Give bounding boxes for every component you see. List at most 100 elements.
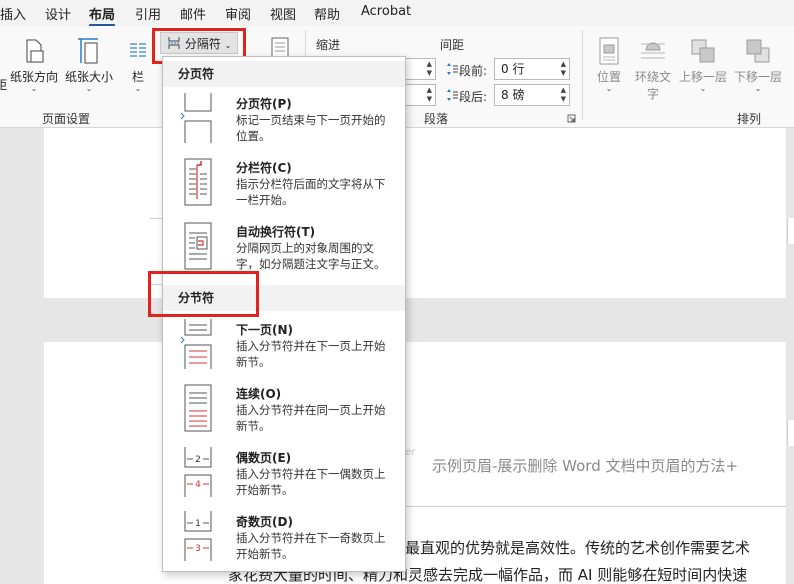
send-backward-button[interactable]: 下移一层 ⌄ bbox=[731, 36, 785, 93]
even-page-desc: 插入分节符并在下一偶数页上 开始新节。 bbox=[236, 466, 398, 498]
page-breaks-header: 分页符 bbox=[163, 61, 405, 87]
continuous-title: 连续(O) bbox=[236, 387, 282, 401]
dialog-launcher-icon[interactable] bbox=[567, 114, 576, 123]
spinner-icon[interactable]: ▲ ▼ bbox=[427, 60, 432, 78]
column-break-item[interactable]: 分栏符(C) 指示分栏符后面的文字将从下 一栏开始。 bbox=[163, 153, 405, 217]
section-breaks-header: 分节符 bbox=[163, 285, 405, 311]
header-tag: er bbox=[405, 447, 416, 458]
send-backward-icon bbox=[746, 39, 770, 63]
margins-button[interactable]: 距 bbox=[0, 76, 8, 93]
spinner-icon[interactable]: ▲ ▼ bbox=[427, 86, 432, 104]
continuous-icon bbox=[184, 384, 212, 432]
bring-forward-button[interactable]: 上移一层 ⌄ bbox=[676, 36, 730, 93]
svg-text:4: 4 bbox=[195, 480, 201, 490]
breaks-icon bbox=[168, 37, 180, 49]
svg-text:2: 2 bbox=[195, 455, 201, 465]
group-separator bbox=[582, 30, 583, 120]
chevron-down-icon: ⌄ bbox=[754, 84, 762, 93]
page-break-desc-2: 位置。 bbox=[236, 129, 271, 143]
columns-label: 栏 bbox=[131, 70, 144, 84]
text-wrapping-item[interactable]: 自动换行符(T) 分隔网页上的对象周围的文 字，如分隔题注文字与正文。 bbox=[163, 217, 405, 281]
columns-icon bbox=[130, 43, 146, 57]
space-before-value: 0 行 bbox=[501, 62, 525, 76]
breaks-button[interactable]: 分隔符 ⌄ bbox=[160, 32, 239, 54]
space-before-icon bbox=[447, 63, 458, 75]
chevron-down-icon: ⌄ bbox=[699, 84, 707, 93]
chevron-down-icon: ⌄ bbox=[30, 84, 38, 93]
tab-help[interactable]: 帮助 bbox=[314, 4, 340, 23]
bring-forward-label: 上移一层 bbox=[678, 70, 727, 84]
margins-label: 距 bbox=[0, 78, 7, 92]
orientation-button[interactable]: 纸张方向 ⌄ bbox=[8, 36, 60, 93]
breaks-label: 分隔符 bbox=[184, 37, 221, 51]
position-icon bbox=[599, 37, 619, 65]
tab-references[interactable]: 引用 bbox=[135, 4, 161, 23]
wrap-text-button[interactable]: 环绕文 字 bbox=[633, 36, 673, 102]
columns-button[interactable]: 栏 ⌄ bbox=[122, 36, 154, 93]
wrap-text-icon bbox=[641, 42, 665, 59]
page-break-desc-1: 标记一页结束与下一页开始的 bbox=[236, 113, 386, 127]
wrap-text-label-2: 字 bbox=[646, 87, 659, 101]
even-page-title: 偶数页(E) bbox=[236, 451, 292, 465]
page-break-desc: 标记一页结束与下一页开始的 位置。 bbox=[236, 112, 398, 144]
paper-size-icon bbox=[78, 38, 98, 64]
next-page-desc: 插入分节符并在下一页上开始 新节。 bbox=[236, 338, 398, 370]
continuous-item[interactable]: 连续(O) 插入分节符并在同一页上开始 新节。 bbox=[163, 379, 405, 443]
tab-review[interactable]: 审阅 bbox=[225, 4, 251, 23]
text-wrapping-title: 自动换行符(T) bbox=[236, 225, 316, 239]
page-break-item[interactable]: 分页符(P) 标记一页结束与下一页开始的 位置。 bbox=[163, 89, 405, 153]
tab-insert[interactable]: 插入 bbox=[0, 4, 26, 23]
tab-view[interactable]: 视图 bbox=[270, 4, 296, 23]
next-page-icon bbox=[181, 319, 212, 369]
odd-page-item[interactable]: 1 3 奇数页(D) 插入分节符并在下一奇数页上 开始新节。 bbox=[163, 507, 405, 571]
scroll-marker[interactable] bbox=[787, 218, 794, 244]
even-page-desc-1: 插入分节符并在下一偶数页上 bbox=[236, 467, 386, 481]
arrange-group-label: 排列 bbox=[737, 112, 762, 126]
continuous-desc: 插入分节符并在同一页上开始 新节。 bbox=[236, 402, 398, 434]
scroll-marker[interactable] bbox=[787, 420, 794, 446]
tab-design[interactable]: 设计 bbox=[45, 4, 71, 23]
column-break-icon bbox=[184, 158, 212, 206]
column-break-desc-1: 指示分栏符后面的文字将从下 bbox=[236, 177, 386, 191]
body-line-1: 最直观的优势就是高效性。传统的艺术创作需要艺术 bbox=[405, 539, 751, 557]
page-1 bbox=[44, 128, 786, 298]
space-after-input[interactable]: 8 磅 ▲ ▼ bbox=[494, 84, 570, 106]
next-page-desc-2: 新节。 bbox=[236, 355, 271, 369]
space-after-value: 8 磅 bbox=[501, 88, 525, 102]
even-page-desc-2: 开始新节。 bbox=[236, 483, 294, 497]
cursor-icon: + bbox=[725, 457, 739, 475]
next-page-item[interactable]: 下一页(N) 插入分节符并在下一页上开始 新节。 bbox=[163, 315, 405, 379]
header-text[interactable]: 示例页眉-展示删除 Word 文档中页眉的方法+ bbox=[432, 455, 738, 476]
orientation-icon bbox=[26, 39, 44, 63]
odd-page-desc-2: 开始新节。 bbox=[236, 547, 294, 561]
svg-text:1: 1 bbox=[195, 519, 201, 529]
size-button[interactable]: 纸张大小 ⌄ bbox=[63, 36, 115, 93]
space-before-input[interactable]: 0 行 ▲ ▼ bbox=[494, 58, 570, 80]
spacing-label: 间距 bbox=[440, 38, 465, 52]
page-setup-group-label: 页面设置 bbox=[42, 112, 91, 126]
odd-page-desc: 插入分节符并在下一奇数页上 开始新节。 bbox=[236, 530, 398, 562]
indent-label: 缩进 bbox=[316, 38, 341, 52]
column-break-desc-2: 一栏开始。 bbox=[236, 193, 294, 207]
send-backward-label: 下移一层 bbox=[733, 70, 782, 84]
tab-layout[interactable]: 布局 bbox=[89, 4, 116, 27]
size-label: 纸张大小 bbox=[64, 70, 113, 84]
text-wrapping-icon bbox=[184, 222, 212, 270]
odd-page-desc-1: 插入分节符并在下一奇数页上 bbox=[236, 531, 386, 545]
space-after-label: 段后: bbox=[459, 90, 488, 104]
odd-page-icon: 1 3 bbox=[184, 511, 212, 561]
spinner-icon[interactable]: ▲ ▼ bbox=[561, 86, 566, 104]
svg-text:3: 3 bbox=[195, 544, 201, 554]
tab-acrobat[interactable]: Acrobat bbox=[361, 4, 411, 19]
position-label: 位置 bbox=[596, 70, 621, 84]
position-button[interactable]: 位置 ⌄ bbox=[592, 36, 626, 93]
tab-mailings[interactable]: 邮件 bbox=[180, 4, 206, 23]
spinner-icon[interactable]: ▲ ▼ bbox=[561, 60, 566, 78]
next-page-desc-1: 插入分节符并在下一页上开始 bbox=[236, 339, 386, 353]
column-break-title: 分栏符(C) bbox=[236, 161, 292, 175]
odd-page-title: 奇数页(D) bbox=[236, 515, 293, 529]
chevron-down-icon: ⌄ bbox=[85, 84, 93, 93]
space-after-icon bbox=[447, 89, 458, 101]
even-page-item[interactable]: 2 4 偶数页(E) 插入分节符并在下一偶数页上 开始新节。 bbox=[163, 443, 405, 507]
column-break-desc: 指示分栏符后面的文字将从下 一栏开始。 bbox=[236, 176, 398, 208]
